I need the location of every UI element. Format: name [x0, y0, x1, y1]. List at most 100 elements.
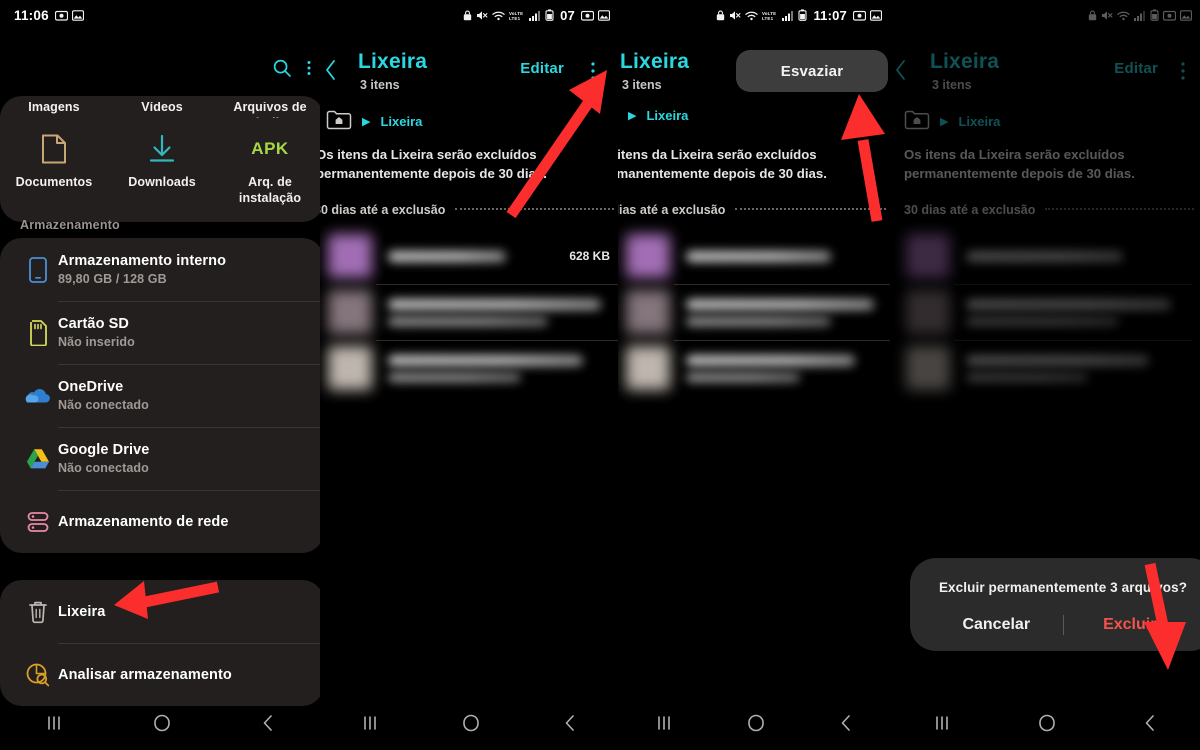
category-audio[interactable]: Arquivos de áudio — [216, 102, 320, 118]
category-imagens[interactable]: Imagens — [0, 102, 108, 118]
category-videos[interactable]: Vídeos — [108, 102, 216, 118]
back-icon[interactable] — [838, 713, 854, 738]
list-item-analisar-armazenamento[interactable]: Analisar armazenamento — [0, 643, 320, 706]
deletion-deadline: 30 dias até a exclusão — [618, 203, 886, 217]
category-row: Documentos Downloads APK Arq. de instala… — [0, 118, 320, 206]
home-icon[interactable] — [1037, 713, 1057, 738]
home-icon[interactable] — [746, 713, 766, 738]
recents-icon[interactable] — [654, 714, 674, 737]
back-icon[interactable] — [260, 713, 276, 738]
back-icon[interactable] — [322, 58, 340, 87]
table-row[interactable]: 628 KB — [320, 228, 618, 284]
status-left-icons — [54, 9, 84, 21]
trash-file-list: 628 KB — [320, 228, 618, 396]
lock-icon — [716, 10, 725, 21]
category-downloads[interactable]: Downloads — [108, 118, 216, 206]
wifi-icon — [745, 10, 759, 21]
cancel-button[interactable]: Cancelar — [930, 616, 1063, 634]
file-thumbnail — [328, 346, 372, 390]
page-title: Lixeira — [620, 50, 690, 73]
tools-list: Lixeira Analisar armazenamento — [0, 580, 320, 706]
home-folder-icon[interactable] — [326, 108, 352, 135]
battery-icon — [798, 9, 808, 21]
dotted-divider — [455, 208, 614, 210]
recents-icon[interactable] — [44, 714, 64, 737]
list-item-google-drive[interactable]: Google Drive Não conectado — [0, 427, 320, 490]
search-icon[interactable] — [272, 58, 292, 83]
status-clock: 11:07 — [813, 7, 847, 23]
table-row[interactable] — [618, 340, 890, 396]
file-name-blurred — [388, 298, 610, 326]
list-item-sd-card[interactable]: Cartão SD Não inserido — [0, 301, 320, 364]
signal-icon — [529, 10, 541, 21]
file-thumbnail — [626, 234, 670, 278]
wifi-icon — [492, 10, 505, 21]
delete-button[interactable]: Excluir — [1064, 616, 1197, 634]
breadcrumb-label[interactable]: Lixeira — [380, 114, 422, 129]
volte-icon: VoLTE LTE1 — [509, 10, 525, 21]
breadcrumb-arrow-icon: ▶ — [628, 110, 637, 122]
list-item-internal-storage[interactable]: Armazenamento interno 89,80 GB / 128 GB — [0, 238, 320, 301]
breadcrumb: ▶ Lixeira — [628, 108, 688, 123]
file-name-blurred — [686, 298, 882, 326]
file-thumbnail — [626, 346, 670, 390]
back-icon[interactable] — [562, 713, 578, 738]
storage-list: Armazenamento interno 89,80 GB / 128 GB … — [0, 238, 320, 553]
category-arq-instalacao[interactable]: APK Arq. de instalação — [216, 118, 320, 206]
panel-delete-dialog: Lixeira 3 itens Editar ▶ Lixeira Os iten… — [890, 0, 1200, 750]
home-icon[interactable] — [152, 713, 172, 738]
file-thumbnail — [328, 290, 372, 334]
lock-icon — [463, 10, 472, 21]
googledrive-icon — [18, 447, 58, 471]
breadcrumb: ▶ Lixeira — [326, 108, 422, 135]
file-name-blurred — [388, 354, 610, 382]
panel-file-manager-home: 11:06 Imagens Vídeos Arquivos de Documen… — [0, 0, 320, 750]
category-strip: Imagens Vídeos Arquivos de áudio Documen… — [0, 96, 320, 223]
list-item-sub: Não inserido — [58, 335, 135, 349]
recents-icon[interactable] — [360, 714, 380, 737]
battery-level-text: 07 — [560, 7, 575, 23]
svg-text:LTE1: LTE1 — [762, 16, 774, 21]
category-label: Imagens — [28, 102, 80, 114]
more-vertical-icon[interactable] — [590, 60, 596, 87]
list-item-title: Google Drive — [58, 442, 150, 458]
nav-bar-4 — [890, 700, 1200, 750]
list-item-network-storage[interactable]: Armazenamento de rede — [0, 490, 320, 553]
empty-trash-menu-item[interactable]: Esvaziar — [781, 63, 843, 80]
list-item-text: Armazenamento interno 89,80 GB / 128 GB — [58, 253, 226, 286]
edit-button[interactable]: Editar — [520, 60, 564, 77]
list-item-text: Armazenamento de rede — [58, 514, 229, 530]
list-item-text: Google Drive Não conectado — [58, 442, 149, 475]
table-row[interactable] — [618, 228, 890, 284]
deadline-label: 30 dias até a exclusão — [618, 203, 726, 217]
signal-icon — [782, 10, 794, 21]
breadcrumb-label[interactable]: Lixeira — [646, 108, 688, 123]
recents-icon[interactable] — [932, 714, 952, 737]
list-item-lixeira[interactable]: Lixeira — [0, 580, 320, 643]
table-row[interactable] — [320, 340, 618, 396]
category-label: Documentos — [15, 175, 93, 189]
home-icon[interactable] — [461, 713, 481, 738]
status-right-icons: VoLTE LTE1 11:07 — [716, 8, 882, 23]
category-label: Arq. de instalação — [238, 175, 302, 205]
dotted-divider — [735, 208, 886, 210]
file-name-blurred — [686, 354, 882, 382]
onedrive-icon — [18, 386, 58, 406]
list-item-text: Analisar armazenamento — [58, 667, 232, 683]
screenshot-icon — [853, 10, 866, 21]
screenshot-icon — [54, 10, 68, 21]
back-icon[interactable] — [1142, 713, 1158, 738]
file-manager-header-actions — [272, 58, 312, 83]
table-row[interactable] — [320, 284, 618, 340]
file-name-blurred — [388, 250, 561, 262]
trash-icon — [18, 599, 58, 625]
list-item-onedrive[interactable]: OneDrive Não conectado — [0, 364, 320, 427]
more-vertical-icon[interactable] — [306, 58, 312, 83]
file-thumbnail — [626, 290, 670, 334]
section-title-storage: Armazenamento — [20, 218, 120, 232]
panel-trash-popup: VoLTE LTE1 11:07 Lixeira 3 itens Esvazia… — [618, 0, 890, 750]
file-thumbnail — [328, 234, 372, 278]
table-row[interactable] — [618, 284, 890, 340]
document-icon — [40, 132, 68, 166]
category-documentos[interactable]: Documentos — [0, 118, 108, 206]
